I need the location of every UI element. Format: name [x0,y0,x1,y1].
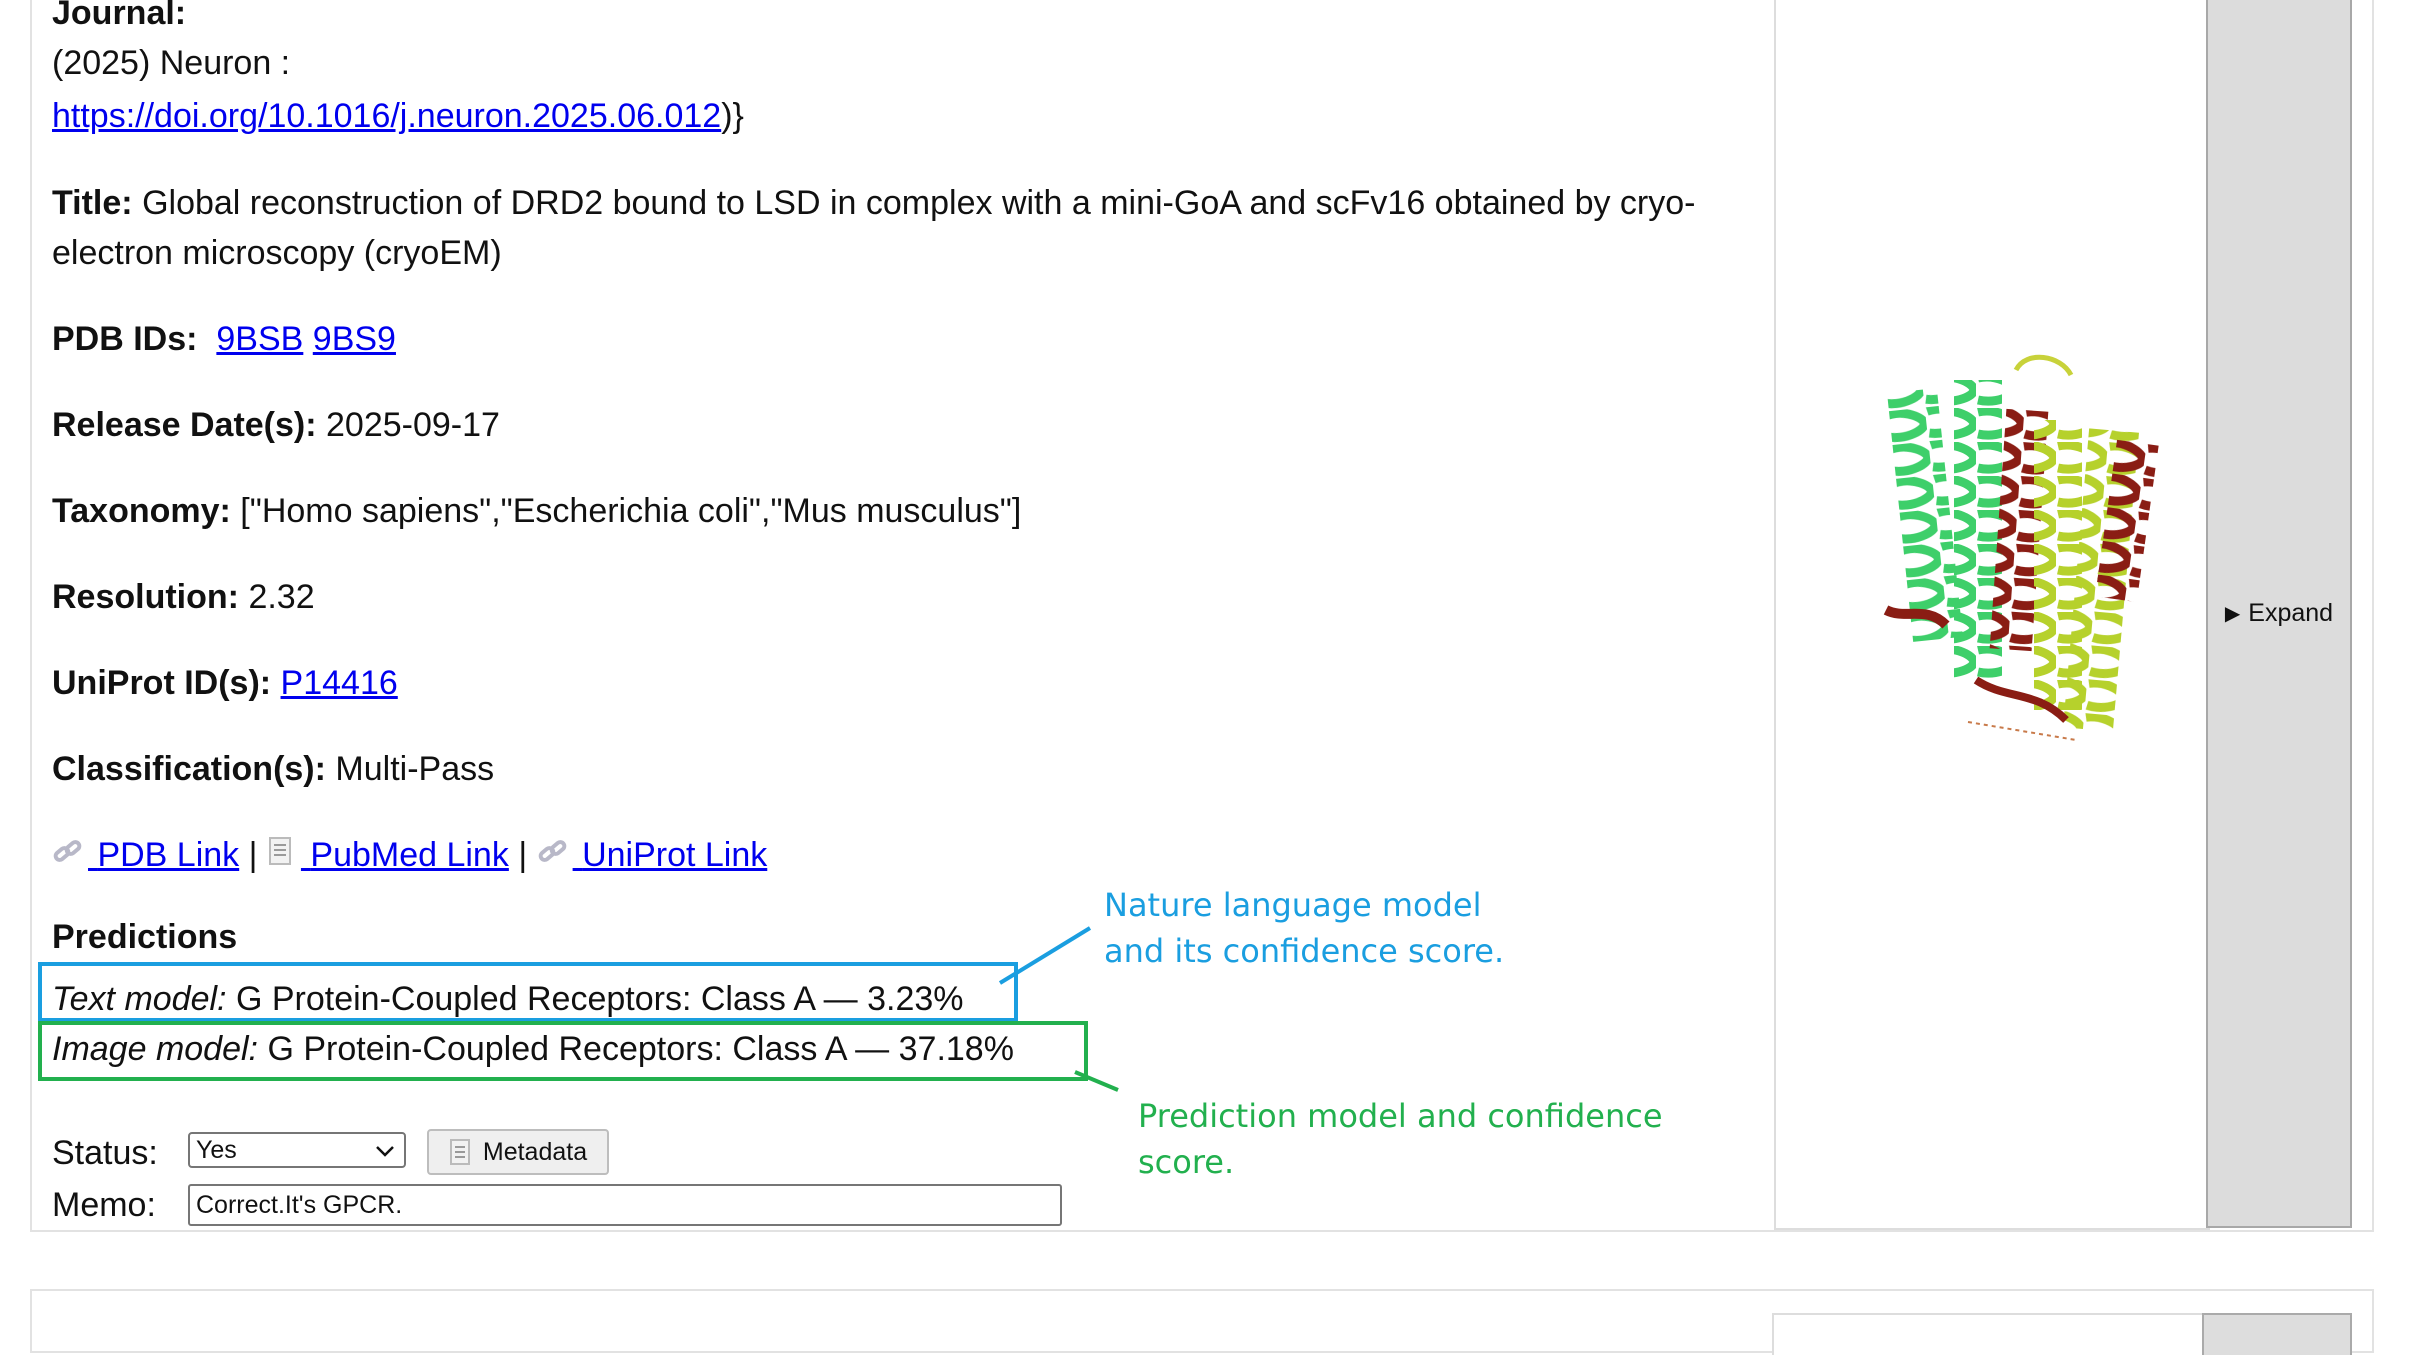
image-model-label: Image model: [52,1030,258,1068]
next-image-panel [1772,1313,2206,1355]
pdb-ids-label: PDB IDs: [52,320,198,358]
title-label: Title: [52,184,133,222]
image-model-value: G Protein-Coupled Receptors: Class A — 3… [267,1030,1014,1068]
entry-card: Journal: (2025) Neuron : https://doi.org… [30,0,2374,1232]
release-label: Release Date(s): [52,406,317,444]
image-model-row: Image model: G Protein-Coupled Receptors… [52,1024,1014,1074]
link-separator: | [518,836,528,874]
journal-label: Journal: [52,0,187,32]
uniprot-link-label: UniProt Link [582,836,768,874]
uniprot-label: UniProt ID(s): [52,664,272,702]
doi-row: https://doi.org/10.1016/j.neuron.2025.06… [52,91,744,141]
structure-image-panel [1774,0,2210,1230]
expand-button[interactable]: ▶ Expand [2206,0,2352,1228]
status-select[interactable]: Yes [188,1132,406,1168]
expand-label: Expand [2248,598,2334,627]
resolution-label: Resolution: [52,578,239,616]
text-note-line-2: and its confidence score. [1104,932,1505,970]
image-note-line-1: Prediction model and confidence [1138,1097,1663,1135]
document-icon [449,1138,471,1166]
link-icon [52,830,88,880]
release-value: 2025-09-17 [326,406,500,444]
metadata-button-label: Metadata [482,1137,588,1166]
predictions-heading: Predictions [52,918,238,956]
triangle-right-icon: ▶ [2224,602,2241,625]
uniprot-row: UniProt ID(s): P14416 [52,658,398,708]
image-note-line-2: score. [1138,1143,1235,1181]
uniprot-id-link[interactable]: P14416 [281,664,398,702]
taxonomy-value: ["Homo sapiens","Escherichia coli","Mus … [240,492,1022,530]
status-select-value: Yes [196,1136,237,1164]
journal-row: Journal: [52,0,186,38]
pdb-id-link-9bs9[interactable]: 9BS9 [313,320,396,358]
resolution-value: 2.32 [248,578,315,616]
metadata-button[interactable]: Metadata [427,1129,609,1175]
title-line-1: Global reconstruction of DRD2 bound to L… [142,184,1696,222]
taxonomy-row: Taxonomy: ["Homo sapiens","Escherichia c… [52,486,1021,536]
pubmed-external-link[interactable]: PubMed Link [267,836,509,874]
classification-value: Multi-Pass [335,750,495,788]
memo-label: Memo: [52,1186,156,1224]
document-icon [267,830,301,880]
pdb-link-label: PDB Link [97,836,240,874]
pdb-external-link[interactable]: PDB Link [52,836,239,874]
release-row: Release Date(s): 2025-09-17 [52,400,500,450]
classification-row: Classification(s): Multi-Pass [52,744,494,794]
next-entry-card [30,1289,2374,1355]
text-note-line-1: Nature language model [1104,886,1482,924]
pdb-id-link-9bsb[interactable]: 9BSB [216,320,303,358]
chevron-down-icon [374,1136,396,1174]
text-model-value: G Protein-Coupled Receptors: Class A — 3… [235,980,964,1018]
text-model-label: Text model: [52,980,227,1018]
pdb-ids-row: PDB IDs: 9BSB 9BS9 [52,314,396,364]
text-model-annotation: Nature language model and its confidence… [1104,882,1504,974]
pubmed-link-label: PubMed Link [310,836,509,874]
doi-suffix: )} [721,97,744,135]
resolution-row: Resolution: 2.32 [52,572,315,622]
link-separator: | [248,836,258,874]
text-model-row: Text model: G Protein-Coupled Receptors:… [52,974,964,1024]
taxonomy-label: Taxonomy: [52,492,231,530]
classification-label: Classification(s): [52,750,326,788]
uniprot-external-link[interactable]: UniProt Link [537,836,768,874]
status-label: Status: [52,1134,158,1172]
memo-input[interactable]: Correct.It's GPCR. [188,1184,1062,1226]
external-links-row: PDB Link | PubMed Link | UniProt Link [52,830,767,880]
journal-text: (2025) Neuron : [52,44,291,82]
protein-structure-image [1883,354,2159,741]
title-row: Title: Global reconstruction of DRD2 bou… [52,178,1696,228]
title-line-2: electron microscopy (cryoEM) [52,234,502,272]
doi-link[interactable]: https://doi.org/10.1016/j.neuron.2025.06… [52,97,721,135]
next-expand-button[interactable] [2202,1313,2352,1355]
link-icon [537,830,573,880]
image-model-annotation: Prediction model and confidence score. [1138,1093,1663,1185]
